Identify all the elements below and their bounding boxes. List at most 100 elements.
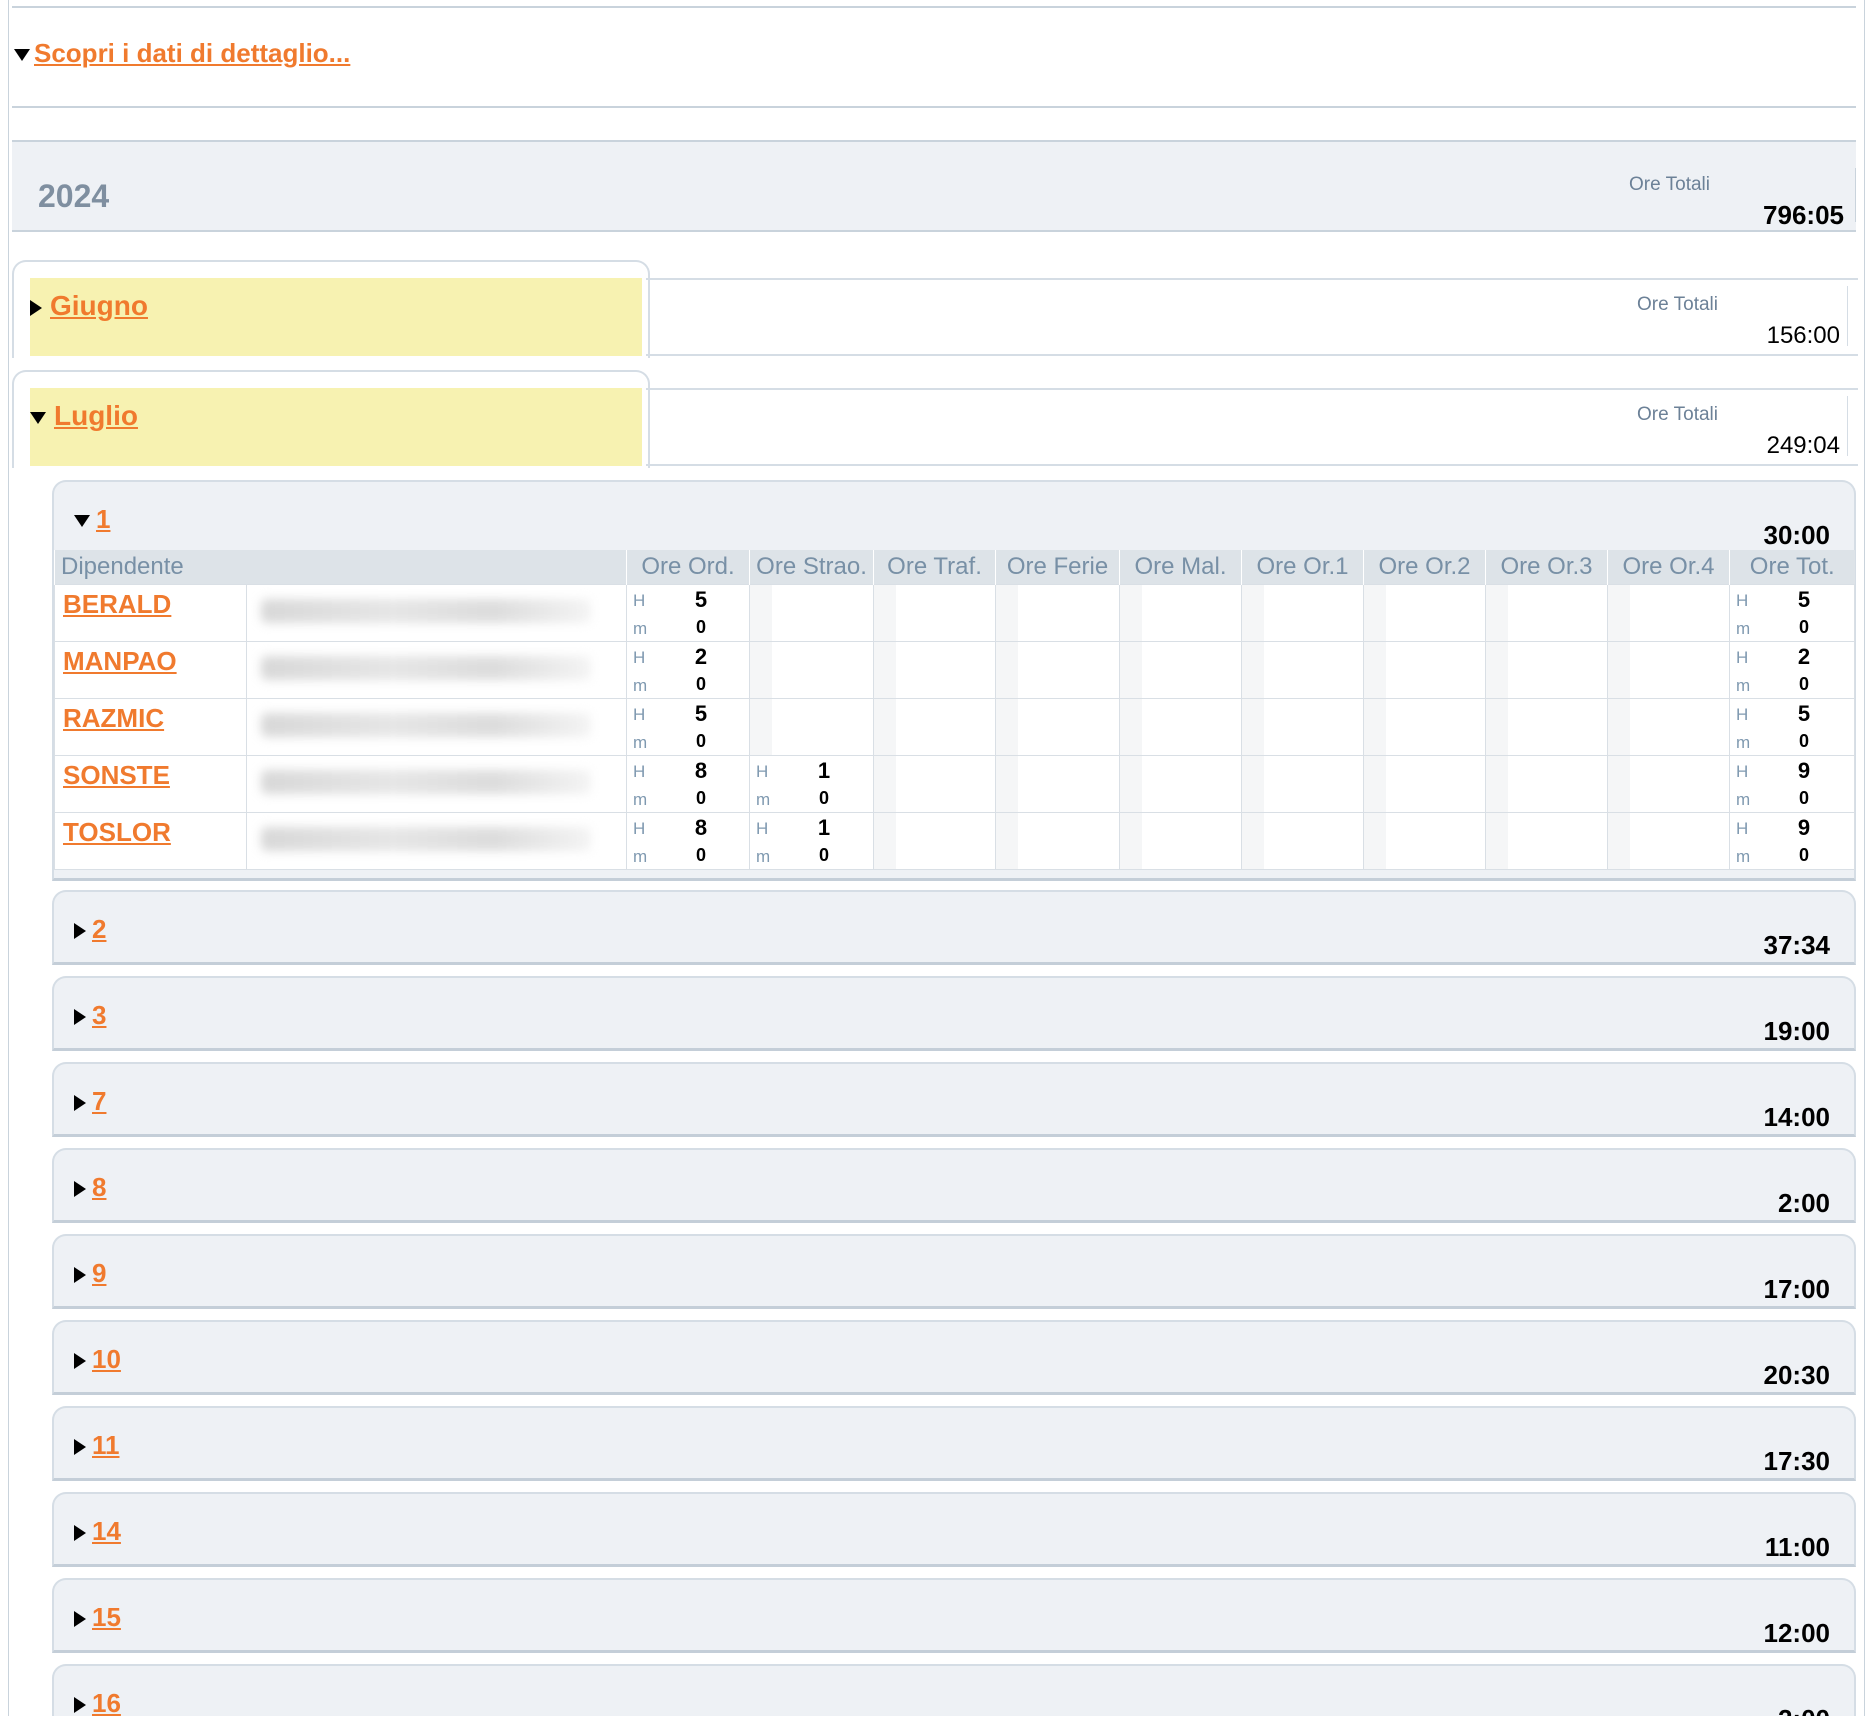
empty-cell-stripe (1120, 756, 1143, 812)
hours-cell (1363, 755, 1487, 813)
details-toggle[interactable]: Scopri i dati di dettaglio... (14, 38, 350, 69)
divider (646, 388, 1858, 390)
hour-label: H (1736, 705, 1749, 724)
collapsed-triangle-icon (30, 299, 42, 316)
day-total: 2:00 (1777, 1188, 1830, 1218)
employee-name-cell (245, 698, 628, 756)
day-toggle[interactable]: 1 (74, 504, 110, 535)
empty-cell-stripe (1486, 756, 1509, 812)
day-total: 37:34 (1763, 930, 1831, 960)
minute-value: 0 (819, 845, 830, 865)
minute-value: 0 (819, 788, 830, 808)
hours-cell (1363, 584, 1487, 642)
day-total: 30:00 (1763, 520, 1831, 550)
month-toggle-giugno[interactable]: Giugno (30, 290, 148, 322)
hours-cell (1607, 698, 1731, 756)
month-total-label: Ore Totali (1637, 404, 1718, 425)
day-toggle[interactable]: 7 (74, 1086, 106, 1117)
empty-cell-stripe (996, 642, 1019, 698)
hours-cell (873, 641, 997, 699)
day-panel: 16 2:00 (52, 1664, 1856, 1716)
month-row-giugno: Giugno Ore Totali 156:00 (12, 260, 1858, 358)
day-link[interactable]: 8 (92, 1172, 106, 1202)
day-toggle[interactable]: 9 (74, 1258, 106, 1289)
hours-cell (1363, 812, 1487, 870)
table-row: BERALD H 5 m 0 H 5 m 0 (54, 584, 1856, 642)
hours-cell (1119, 698, 1243, 756)
day-link[interactable]: 3 (92, 1000, 106, 1030)
hour-label: H (1736, 762, 1749, 781)
day-toggle[interactable]: 10 (74, 1344, 121, 1375)
employee-code-link[interactable]: MANPAO (63, 646, 177, 677)
day-toggle[interactable]: 15 (74, 1602, 121, 1633)
day-panel: 15 12:00 (52, 1578, 1856, 1653)
day-toggle[interactable]: 14 (74, 1516, 121, 1547)
employee-code-link[interactable]: TOSLOR (63, 817, 171, 848)
hours-cell (1363, 641, 1487, 699)
hour-label: H (756, 762, 769, 781)
hour-label: H (1736, 648, 1749, 667)
day-total: 12:00 (1763, 1618, 1831, 1648)
month-link[interactable]: Luglio (54, 400, 138, 431)
year-header: 2024 Ore Totali 796:05 (12, 140, 1856, 232)
hour-value: 1 (817, 758, 831, 783)
table-header-row: Dipendente Ore Ord. Ore Strao. Ore Traf.… (53, 550, 1855, 585)
empty-cell-stripe (996, 813, 1019, 869)
hours-minutes: H 1 m 0 (750, 756, 873, 812)
month-link[interactable]: Giugno (50, 290, 148, 321)
empty-cell-stripe (1364, 585, 1387, 641)
hour-value: 9 (1797, 815, 1811, 840)
day-link[interactable]: 14 (92, 1516, 121, 1546)
employee-name-cell (245, 641, 628, 699)
day-link[interactable]: 9 (92, 1258, 106, 1288)
hours-minutes: H 2 m 0 (627, 642, 749, 698)
day-link[interactable]: 2 (92, 914, 106, 944)
column-header: Ore Tot. (1729, 550, 1855, 585)
day-link[interactable]: 16 (92, 1688, 121, 1716)
employee-code-link[interactable]: SONSTE (63, 760, 170, 791)
day-link[interactable]: 7 (92, 1086, 106, 1116)
hours-cell (1485, 812, 1609, 870)
table-row: RAZMIC H 5 m 0 H 5 m 0 (54, 698, 1856, 756)
day-toggle[interactable]: 11 (74, 1430, 120, 1461)
hours-minutes: H 1 m 0 (750, 813, 873, 869)
minute-label: m (1736, 847, 1751, 866)
month-total-value: 249:04 (1766, 432, 1840, 459)
empty-cell-stripe (1364, 756, 1387, 812)
hours-cell (995, 812, 1121, 870)
day-toggle[interactable]: 2 (74, 914, 106, 945)
empty-cell-stripe (1364, 642, 1387, 698)
hours-cell: H 5 m 0 (1729, 584, 1856, 642)
divider (12, 6, 1856, 8)
table-row: TOSLOR H 8 m 0 H 1 m 0 H 9 m 0 (54, 812, 1856, 870)
day-link[interactable]: 15 (92, 1602, 121, 1632)
day-toggle[interactable]: 16 (74, 1688, 121, 1716)
month-toggle-luglio[interactable]: Luglio (30, 400, 138, 432)
hours-cell (1485, 698, 1609, 756)
employee-code-cell: BERALD (54, 584, 247, 642)
hours-minutes: H 8 m 0 (627, 813, 749, 869)
collapsed-triangle-icon (74, 1181, 86, 1198)
day-toggle[interactable]: 8 (74, 1172, 106, 1203)
day-link[interactable]: 11 (92, 1430, 120, 1460)
hour-label: H (633, 762, 646, 781)
collapsed-triangle-icon (74, 1525, 86, 1542)
day-toggle[interactable]: 3 (74, 1000, 106, 1031)
redacted-name (261, 827, 591, 851)
day-total: 14:00 (1763, 1102, 1831, 1132)
employee-code-link[interactable]: RAZMIC (63, 703, 164, 734)
hours-cell (1607, 641, 1731, 699)
day-panel: 9 17:00 (52, 1234, 1856, 1309)
day-link[interactable]: 10 (92, 1344, 121, 1374)
day-link[interactable]: 1 (96, 504, 110, 534)
day-total: 17:30 (1763, 1446, 1831, 1476)
month-row-luglio: Luglio Ore Totali 249:04 (12, 370, 1858, 468)
employee-hours-table: Dipendente Ore Ord. Ore Strao. Ore Traf.… (53, 550, 1856, 870)
hour-value: 5 (694, 587, 708, 612)
employee-code-link[interactable]: BERALD (63, 589, 171, 620)
column-header: Ore Or.1 (1241, 550, 1364, 585)
column-header: Ore Strao. (749, 550, 874, 585)
year-title: 2024 (38, 178, 110, 214)
details-link[interactable]: Scopri i dati di dettaglio... (34, 38, 350, 68)
collapsed-triangle-icon (74, 1439, 86, 1456)
